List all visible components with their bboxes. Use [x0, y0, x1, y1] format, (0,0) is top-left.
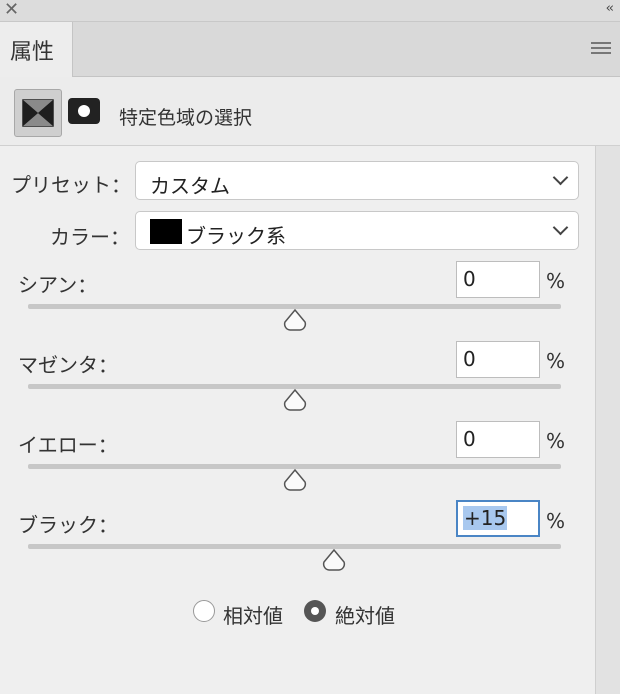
preset-dropdown[interactable]: カスタム [135, 161, 579, 200]
layer-mask-icon[interactable] [68, 98, 100, 124]
selective-color-adjustment-icon[interactable] [14, 89, 62, 137]
cyan-label: シアン： [18, 273, 98, 297]
panel-top-bar: ✕ ‹‹ [0, 0, 620, 22]
color-value: ブラック系 [186, 224, 286, 248]
black-slider-track[interactable] [28, 544, 561, 549]
cyan-slider-thumb[interactable] [283, 309, 307, 331]
radio-dot [311, 607, 319, 615]
preset-label: プリセット： [11, 173, 131, 197]
mask-dot [78, 105, 90, 117]
scrollbar[interactable] [595, 146, 620, 694]
tab-bar: 属性 [0, 22, 620, 77]
relative-radio[interactable] [193, 600, 215, 622]
black-slider-thumb[interactable] [322, 549, 346, 571]
yellow-input[interactable]: 0 [456, 421, 540, 458]
magenta-input[interactable]: 0 [456, 341, 540, 378]
cyan-input[interactable]: 0 [456, 261, 540, 298]
tab-properties[interactable]: 属性 [0, 22, 73, 77]
tab-properties-label: 属性 [10, 40, 55, 65]
magenta-label: マゼンタ： [18, 353, 118, 377]
chevron-down-icon [552, 169, 569, 186]
absolute-radio[interactable] [304, 600, 326, 622]
black-input-value: +15 [463, 506, 508, 530]
preset-value: カスタム [150, 174, 230, 198]
color-dropdown[interactable]: ブラック系 [135, 211, 579, 250]
cyan-percent: % [546, 269, 566, 293]
black-label: ブラック： [18, 513, 118, 537]
color-swatch [150, 219, 182, 244]
collapse-panel-icon[interactable]: ‹‹ [606, 1, 615, 17]
yellow-percent: % [546, 429, 566, 453]
panel-title: 特定色域の選択 [119, 107, 253, 129]
yellow-label: イエロー： [18, 433, 118, 457]
panel-menu-icon[interactable] [591, 42, 611, 56]
color-label: カラー： [50, 225, 130, 249]
black-input[interactable]: +15 [456, 500, 540, 537]
chevron-down-icon [552, 219, 569, 236]
properties-content: プリセット： カスタム カラー： ブラック系 シアン： 0 % マゼンタ： 0 … [0, 146, 595, 694]
black-percent: % [546, 509, 566, 533]
relative-radio-label: 相対値 [223, 604, 283, 628]
absolute-radio-label: 絶対値 [335, 604, 395, 628]
magenta-percent: % [546, 349, 566, 373]
close-icon[interactable]: ✕ [4, 1, 20, 19]
magenta-slider-thumb[interactable] [283, 389, 307, 411]
yellow-slider-thumb[interactable] [283, 469, 307, 491]
adjustment-header: 特定色域の選択 [0, 77, 620, 146]
